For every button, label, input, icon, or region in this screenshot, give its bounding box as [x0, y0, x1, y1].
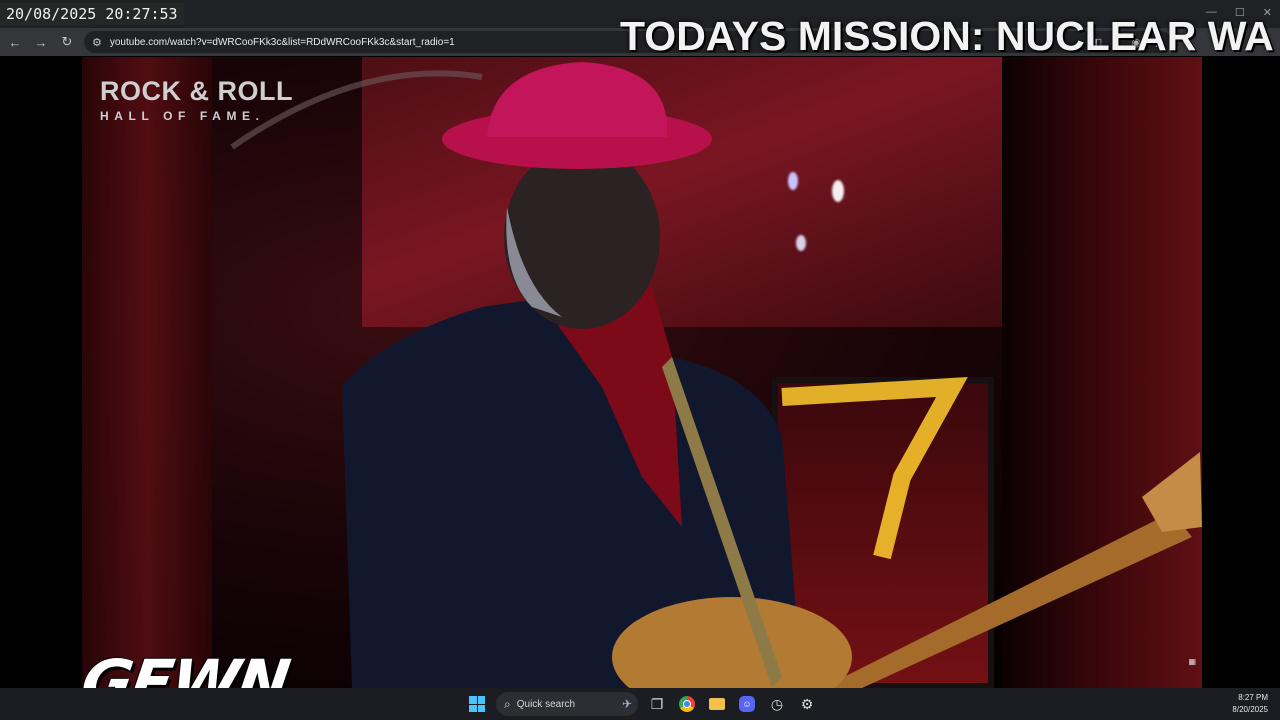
- chrome-button[interactable]: [676, 693, 698, 715]
- windows-icon: [469, 696, 485, 712]
- task-view-icon: ❐: [650, 695, 664, 712]
- rock-and-roll-logo: ROCK & ROLL HALL OF FAME.: [100, 77, 293, 123]
- back-button[interactable]: ←: [4, 31, 26, 53]
- neon-seven: [781, 377, 968, 560]
- url-text: youtube.com/watch?v=dWRCooFKk3c&list=RDd…: [109, 36, 455, 48]
- clock-time: 8:27 PM: [1238, 693, 1268, 702]
- discord-button[interactable]: ☺: [736, 693, 758, 715]
- mission-banner: TODAYS MISSION: NUCLEAR WA: [620, 13, 1274, 59]
- guitar-headstock: [1142, 452, 1202, 532]
- search-label: Quick search: [516, 698, 576, 710]
- arrow-right-icon: →: [34, 34, 48, 50]
- reload-button[interactable]: ↻: [56, 31, 78, 53]
- file-explorer-button[interactable]: [706, 693, 728, 715]
- performer-figure: [230, 62, 1202, 688]
- system-clock[interactable]: 8:27 PM 8/20/2025: [1232, 692, 1268, 716]
- task-view-button[interactable]: ❐: [646, 693, 668, 715]
- gear-icon: ⚙: [800, 695, 814, 712]
- taskbar-search[interactable]: ⌕ Quick search ✈: [496, 692, 638, 716]
- search-highlight-icon: ✈: [621, 697, 632, 711]
- screen: — ☐ ✕ ← → ↻ ⚙ youtube.com/watch?v=dWRCoo…: [0, 0, 1280, 720]
- clock-app-button[interactable]: ◷: [766, 693, 788, 715]
- clock-icon: ◷: [770, 695, 784, 712]
- settings-app-button[interactable]: ⚙: [796, 693, 818, 715]
- logo-line1: ROCK & ROLL: [100, 76, 293, 106]
- performer-hat-crown: [487, 62, 668, 137]
- taskbar: ⌕ Quick search ✈ ❐ ☺ ◷ ⚙ 8:27 PM 8/20/20…: [0, 688, 1280, 720]
- start-button[interactable]: [466, 693, 488, 715]
- forward-button[interactable]: →: [30, 31, 52, 53]
- taskbar-apps: ⌕ Quick search ✈ ❐ ☺ ◷ ⚙: [466, 688, 818, 720]
- site-info-icon[interactable]: ⚙: [92, 36, 102, 49]
- arrow-left-icon: ←: [8, 34, 22, 50]
- clock-date: 8/20/2025: [1232, 705, 1268, 714]
- search-icon: ⌕: [504, 696, 511, 711]
- video-watermark-icon: ▦: [1188, 657, 1196, 666]
- reload-icon: ↻: [61, 34, 73, 49]
- timestamp-overlay: 20/08/2025 20:27:53: [0, 3, 184, 25]
- video-player[interactable]: ROCK & ROLL HALL OF FAME. ▦: [82, 57, 1202, 688]
- discord-icon: ☺: [739, 696, 755, 712]
- folder-icon: [709, 698, 725, 710]
- chrome-icon: [679, 696, 695, 712]
- logo-line2: HALL OF FAME.: [100, 109, 265, 123]
